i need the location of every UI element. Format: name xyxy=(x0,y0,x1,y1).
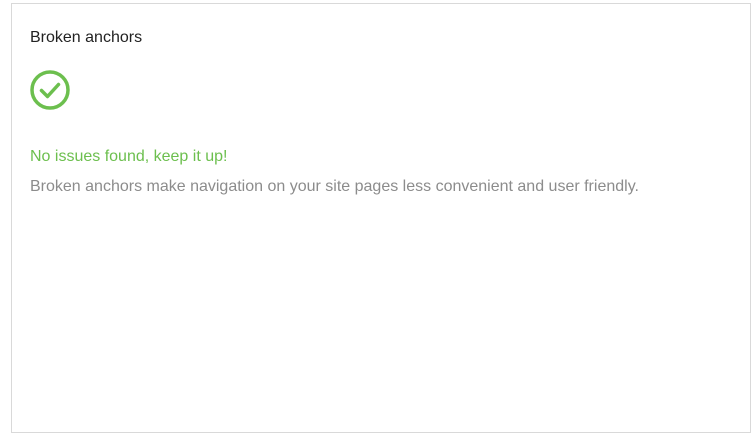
status-description: Broken anchors make navigation on your s… xyxy=(30,178,639,195)
broken-anchors-card: Broken anchors No issues found, keep it … xyxy=(11,3,751,433)
status-title: No issues found, keep it up! xyxy=(30,148,228,165)
check-circle-icon xyxy=(29,69,71,111)
card-title: Broken anchors xyxy=(30,29,143,46)
